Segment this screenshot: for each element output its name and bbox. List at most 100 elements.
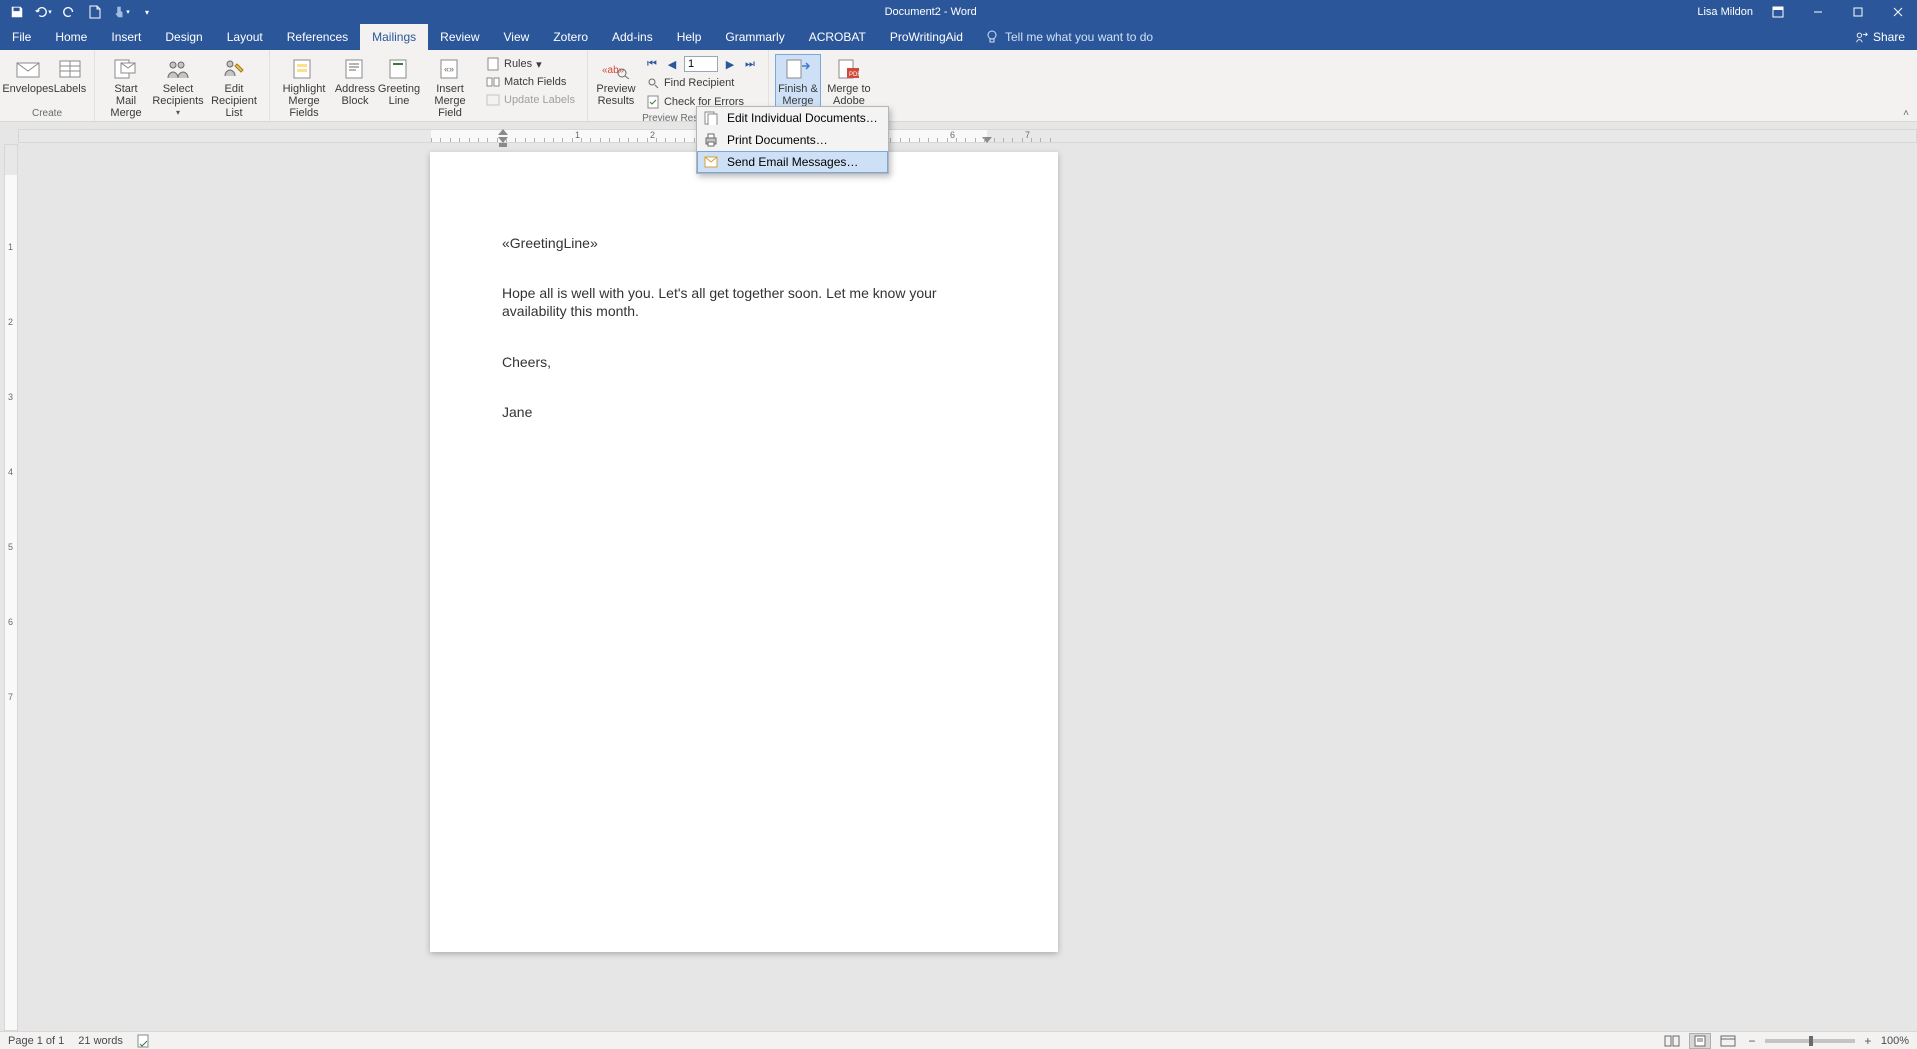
greeting-line-button[interactable]: Greeting Line [378,54,420,110]
tab-grammarly[interactable]: Grammarly [713,24,796,50]
doc-name: Document2 [885,6,941,18]
vruler-number: 2 [8,317,13,327]
title-bar: ▾ ▾ ▾ Document2 - Word Lisa Mildon [0,0,1917,24]
tab-prowritingaid[interactable]: ProWritingAid [878,24,975,50]
svg-text:PDF: PDF [849,72,861,78]
edit-individual-documents-item[interactable]: Edit Individual Documents… [697,107,888,129]
preview-results-button[interactable]: «ab» Preview Results [594,54,638,110]
finish-merge-dropdown: Edit Individual Documents… Print Documen… [696,106,889,174]
tab-mailings[interactable]: Mailings [360,24,428,50]
group-start-mail-merge: Start Mail Merge▾ Select Recipients▾ Edi… [95,50,270,121]
zoom-level[interactable]: 100% [1881,1035,1909,1047]
left-indent-marker[interactable] [499,143,507,147]
zoom-slider-thumb[interactable] [1809,1036,1813,1046]
document-page[interactable]: «GreetingLine» Hope all is well with you… [430,152,1058,952]
tab-zotero[interactable]: Zotero [541,24,600,50]
email-icon [703,154,719,170]
prev-record-icon[interactable]: ◀ [664,56,680,72]
lightbulb-icon [985,30,999,44]
vertical-ruler[interactable]: 1234567 [4,144,18,1031]
share-label: Share [1873,30,1905,44]
tell-me-search[interactable]: Tell me what you want to do [975,24,1163,50]
edit-docs-icon [703,110,719,126]
match-fields-button[interactable]: Match Fields [482,74,579,90]
last-record-icon[interactable]: ⏭ [742,56,758,72]
word-count[interactable]: 21 words [78,1035,123,1047]
new-doc-icon[interactable] [84,1,106,23]
greeting-field: «GreetingLine» [502,234,986,252]
address-block-button[interactable]: Address Block [334,54,376,110]
share-button[interactable]: Share [1843,24,1917,50]
chevron-down-icon: ▾ [536,58,542,71]
document-content[interactable]: «GreetingLine» Hope all is well with you… [502,234,986,421]
ruler-number: 2 [650,130,655,140]
collapse-ribbon-icon[interactable]: ˄ [1903,108,1909,119]
ribbon: Envelopes Labels Create Start Mail Merge… [0,50,1917,122]
quick-access-toolbar: ▾ ▾ ▾ [0,1,164,23]
tab-help[interactable]: Help [665,24,714,50]
read-mode-icon[interactable] [1661,1033,1683,1049]
status-bar: Page 1 of 1 21 words − + 100% [0,1031,1917,1049]
app-name: Word [951,6,977,18]
edit-recipient-list-icon [220,57,248,81]
web-layout-icon[interactable] [1717,1033,1739,1049]
save-icon[interactable] [6,1,28,23]
tab-home[interactable]: Home [43,24,99,50]
page-indicator[interactable]: Page 1 of 1 [8,1035,64,1047]
tab-review[interactable]: Review [428,24,491,50]
highlight-merge-fields-button[interactable]: Highlight Merge Fields [276,54,332,122]
start-mail-merge-icon [112,57,140,81]
highlight-fields-icon [290,57,318,81]
next-record-icon[interactable]: ▶ [722,56,738,72]
tab-design[interactable]: Design [153,24,214,50]
send-email-messages-item[interactable]: Send Email Messages… [697,151,888,173]
tab-insert[interactable]: Insert [99,24,153,50]
ribbon-display-options-icon[interactable] [1763,1,1793,23]
zoom-out-icon[interactable]: − [1745,1034,1759,1048]
tab-addins[interactable]: Add-ins [600,24,665,50]
user-name[interactable]: Lisa Mildon [1697,6,1753,18]
record-number-input[interactable] [684,56,718,72]
tab-acrobat[interactable]: ACROBAT [797,24,878,50]
labels-button[interactable]: Labels [52,54,88,98]
spellcheck-icon[interactable] [137,1034,151,1048]
group-write-insert: Highlight Merge Fields Address Block Gre… [270,50,588,121]
undo-icon[interactable]: ▾ [32,1,54,23]
chevron-down-icon: ▾ [176,107,180,119]
signature-text: Jane [502,403,986,421]
print-icon [703,132,719,148]
print-layout-icon[interactable] [1689,1033,1711,1049]
select-recipients-button[interactable]: Select Recipients▾ [153,54,203,122]
print-documents-item[interactable]: Print Documents… [697,129,888,151]
qat-customize-icon[interactable]: ▾ [136,1,158,23]
rules-button[interactable]: Rules ▾ [482,56,579,72]
tab-layout[interactable]: Layout [215,24,275,50]
zoom-slider[interactable] [1765,1039,1855,1043]
maximize-icon[interactable] [1843,1,1873,23]
finish-merge-icon [784,57,812,81]
zoom-in-icon[interactable]: + [1861,1034,1875,1048]
labels-icon [56,57,84,81]
window-title: Document2 - Word [164,6,1697,18]
tab-view[interactable]: View [492,24,542,50]
update-labels-icon [486,93,500,107]
first-line-indent-marker[interactable] [498,129,508,135]
first-record-icon[interactable]: ⏮ [644,56,660,72]
rules-icon [486,57,500,71]
ruler-number: 7 [1025,130,1030,140]
touch-mode-icon[interactable]: ▾ [110,1,132,23]
envelopes-button[interactable]: Envelopes [6,54,50,98]
body-text: Hope all is well with you. Let's all get… [502,284,986,320]
update-labels-button: Update Labels [482,92,579,108]
redo-icon[interactable] [58,1,80,23]
horizontal-ruler[interactable]: 1234567 [18,129,1917,143]
tab-references[interactable]: References [275,24,360,50]
ruler-number: 1 [575,130,580,140]
edit-recipient-list-button[interactable]: Edit Recipient List [205,54,263,122]
tab-file[interactable]: File [0,24,43,50]
close-icon[interactable] [1883,1,1913,23]
find-recipient-button[interactable]: Find Recipient [642,75,760,91]
ruler-number: 6 [950,130,955,140]
minimize-icon[interactable] [1803,1,1833,23]
vruler-number: 7 [8,692,13,702]
